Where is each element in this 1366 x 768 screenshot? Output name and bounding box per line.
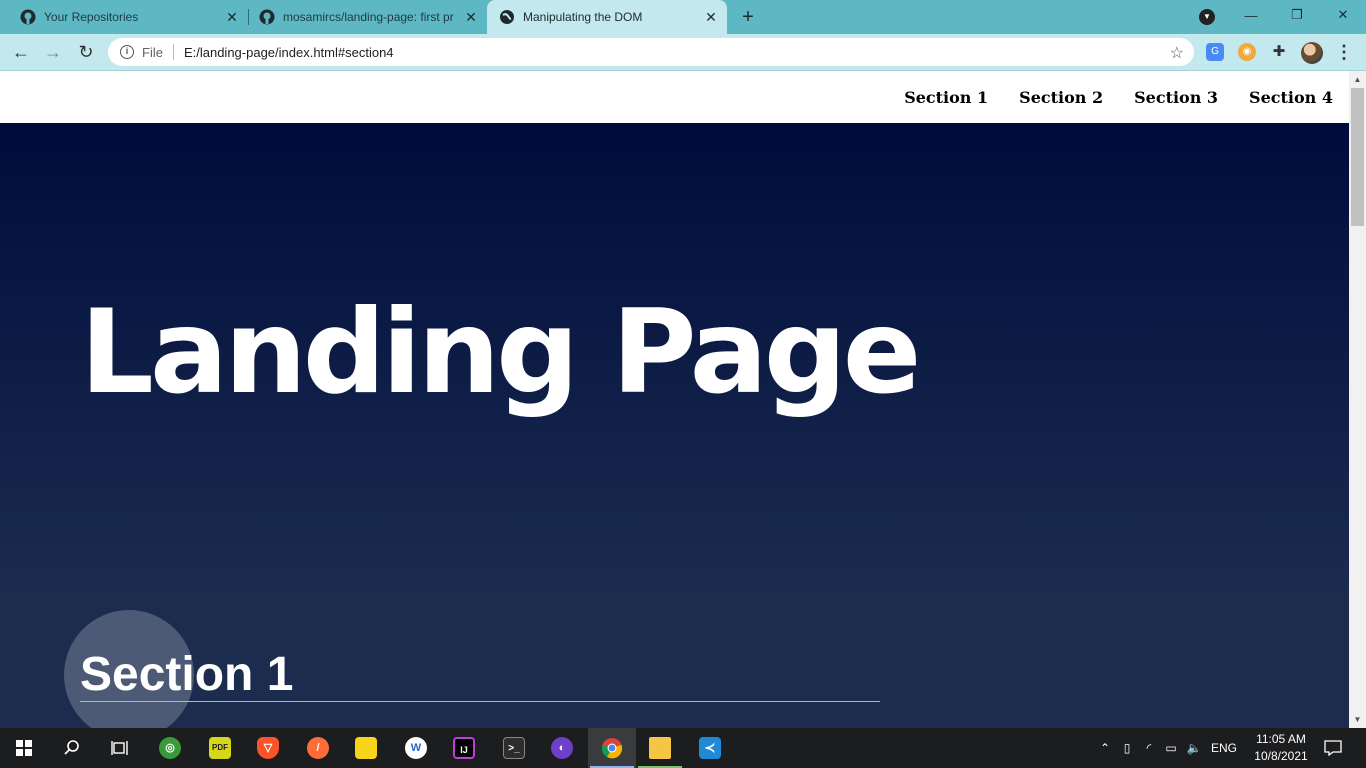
taskbar-app-pdf[interactable]: PDF <box>196 728 244 768</box>
address-bar[interactable]: i File E:/landing-page/index.html#sectio… <box>108 38 1194 66</box>
github-icon <box>20 9 36 25</box>
tab-landing-page-repo[interactable]: mosamircs/landing-page: first pr ✕ <box>239 0 487 34</box>
github-icon <box>259 9 275 25</box>
google-translate-extension-icon[interactable]: G <box>1206 43 1224 61</box>
usb-device-icon[interactable]: ▯ <box>1119 741 1135 755</box>
nav-link-section-4[interactable]: Section 4 <box>1249 88 1333 107</box>
scroll-down-arrow-icon[interactable]: ▼ <box>1349 711 1366 728</box>
input-language-indicator[interactable]: ENG <box>1211 741 1237 755</box>
system-tray: ⌃ ▯ ◜ ▭ 🔈 ENG <box>1097 728 1237 768</box>
postman-app-icon: / <box>307 737 329 759</box>
taskbar-app-postman[interactable]: / <box>294 728 342 768</box>
profile-avatar[interactable] <box>1301 42 1323 64</box>
search-icon <box>64 740 79 755</box>
tab-your-repositories[interactable]: Your Repositories ✕ <box>0 0 248 34</box>
clock[interactable]: 11:05 AM 10/8/2021 <box>1250 731 1312 765</box>
windows-taskbar: ◎ PDF ▽ / W IJ >_ ◐ ≺ ⌃ ▯ ◜ ▭ 🔈 ENG 11:0… <box>0 728 1366 768</box>
new-tab-button[interactable]: + <box>738 7 758 27</box>
sticky-notes-icon <box>355 737 377 759</box>
nav-link-section-1[interactable]: Section 1 <box>904 88 988 107</box>
tab-title: Your Repositories <box>44 10 139 24</box>
taskbar-app-file-explorer[interactable] <box>636 728 684 768</box>
nav-link-section-2[interactable]: Section 2 <box>1019 88 1103 107</box>
tab-search-dropdown-icon[interactable]: ▼ <box>1199 9 1215 25</box>
action-center-button[interactable] <box>1308 728 1358 768</box>
windows-logo-icon <box>16 740 32 756</box>
tab-title: Manipulating the DOM <box>523 10 643 24</box>
taskbar-app-chameleon[interactable]: ◎ <box>146 728 194 768</box>
scroll-up-arrow-icon[interactable]: ▲ <box>1349 71 1366 88</box>
taskbar-app-wps[interactable]: W <box>392 728 440 768</box>
tab-close-icon[interactable]: ✕ <box>703 9 719 25</box>
extension-face-icon[interactable]: ◉ <box>1238 43 1256 61</box>
clock-date: 10/8/2021 <box>1254 749 1308 763</box>
brave-browser-icon: ▽ <box>257 737 279 759</box>
forward-button[interactable]: → <box>40 39 66 65</box>
browser-menu-icon[interactable]: ⋮ <box>1334 42 1354 62</box>
extensions-puzzle-icon[interactable]: ✚ <box>1270 43 1288 61</box>
scroll-thumb[interactable] <box>1351 88 1364 226</box>
section-divider <box>80 701 880 702</box>
pdf-app-icon: PDF <box>209 737 231 759</box>
tab-manipulating-the-dom[interactable]: Manipulating the DOM ✕ <box>487 0 727 34</box>
browser-toolbar: ← → ↻ i File E:/landing-page/index.html#… <box>0 34 1366 71</box>
chameleon-app-icon: ◎ <box>159 737 181 759</box>
terminal-app-icon: >_ <box>503 737 525 759</box>
start-button[interactable] <box>0 728 48 768</box>
bookmark-star-icon[interactable]: ☆ <box>1170 43 1184 63</box>
navbar: Section 1 Section 2 Section 3 Section 4 <box>873 71 1333 123</box>
taskbar-app-github-desktop[interactable]: ◐ <box>538 728 586 768</box>
vscode-app-icon: ≺ <box>699 737 721 759</box>
site-info-icon[interactable]: i <box>120 45 134 59</box>
taskbar-app-chrome[interactable] <box>588 728 636 768</box>
folder-icon <box>649 737 671 759</box>
battery-icon[interactable]: ▭ <box>1163 741 1179 755</box>
back-button[interactable]: ← <box>8 39 34 65</box>
chrome-icon <box>601 738 623 759</box>
nav-link-section-3[interactable]: Section 3 <box>1134 88 1218 107</box>
minimize-button[interactable]: — <box>1228 0 1274 30</box>
tab-close-icon[interactable]: ✕ <box>463 9 479 25</box>
page-viewport: Section 1 Section 2 Section 3 Section 4 … <box>0 71 1349 728</box>
taskbar-app-sticky-notes[interactable] <box>342 728 390 768</box>
task-view-icon <box>111 741 128 755</box>
notification-icon <box>1324 740 1342 756</box>
hero-title: Landing Page <box>80 285 921 420</box>
search-button[interactable] <box>48 728 96 768</box>
task-view-button[interactable] <box>96 728 144 768</box>
taskbar-app-terminal[interactable]: >_ <box>490 728 538 768</box>
wifi-icon[interactable]: ◜ <box>1141 741 1157 755</box>
taskbar-app-intellij[interactable]: IJ <box>440 728 488 768</box>
clock-time: 11:05 AM <box>1256 732 1306 746</box>
github-desktop-icon: ◐ <box>551 737 573 759</box>
wps-app-icon: W <box>405 737 427 759</box>
show-hidden-icons-icon[interactable]: ⌃ <box>1097 741 1113 755</box>
intellij-app-icon: IJ <box>453 737 475 759</box>
taskbar-app-vscode[interactable]: ≺ <box>686 728 734 768</box>
restore-button[interactable]: ❐ <box>1274 0 1320 30</box>
globe-icon <box>500 10 514 24</box>
url-divider <box>172 44 174 60</box>
url-scheme-label: File <box>142 44 163 60</box>
volume-icon[interactable]: 🔈 <box>1185 741 1203 755</box>
reload-button[interactable]: ↻ <box>73 39 99 65</box>
tab-strip: Your Repositories ✕ mosamircs/landing-pa… <box>0 0 1366 34</box>
page-scrollbar[interactable]: ▲ ▼ <box>1349 71 1366 728</box>
section-1-heading: Section 1 <box>80 648 294 701</box>
close-window-button[interactable]: ✕ <box>1320 0 1366 30</box>
tab-close-icon[interactable]: ✕ <box>224 9 240 25</box>
url-text[interactable]: E:/landing-page/index.html#section4 <box>184 45 394 60</box>
taskbar-app-brave[interactable]: ▽ <box>244 728 292 768</box>
page-header: Section 1 Section 2 Section 3 Section 4 <box>0 71 1349 123</box>
tab-title: mosamircs/landing-page: first pr <box>283 10 454 24</box>
